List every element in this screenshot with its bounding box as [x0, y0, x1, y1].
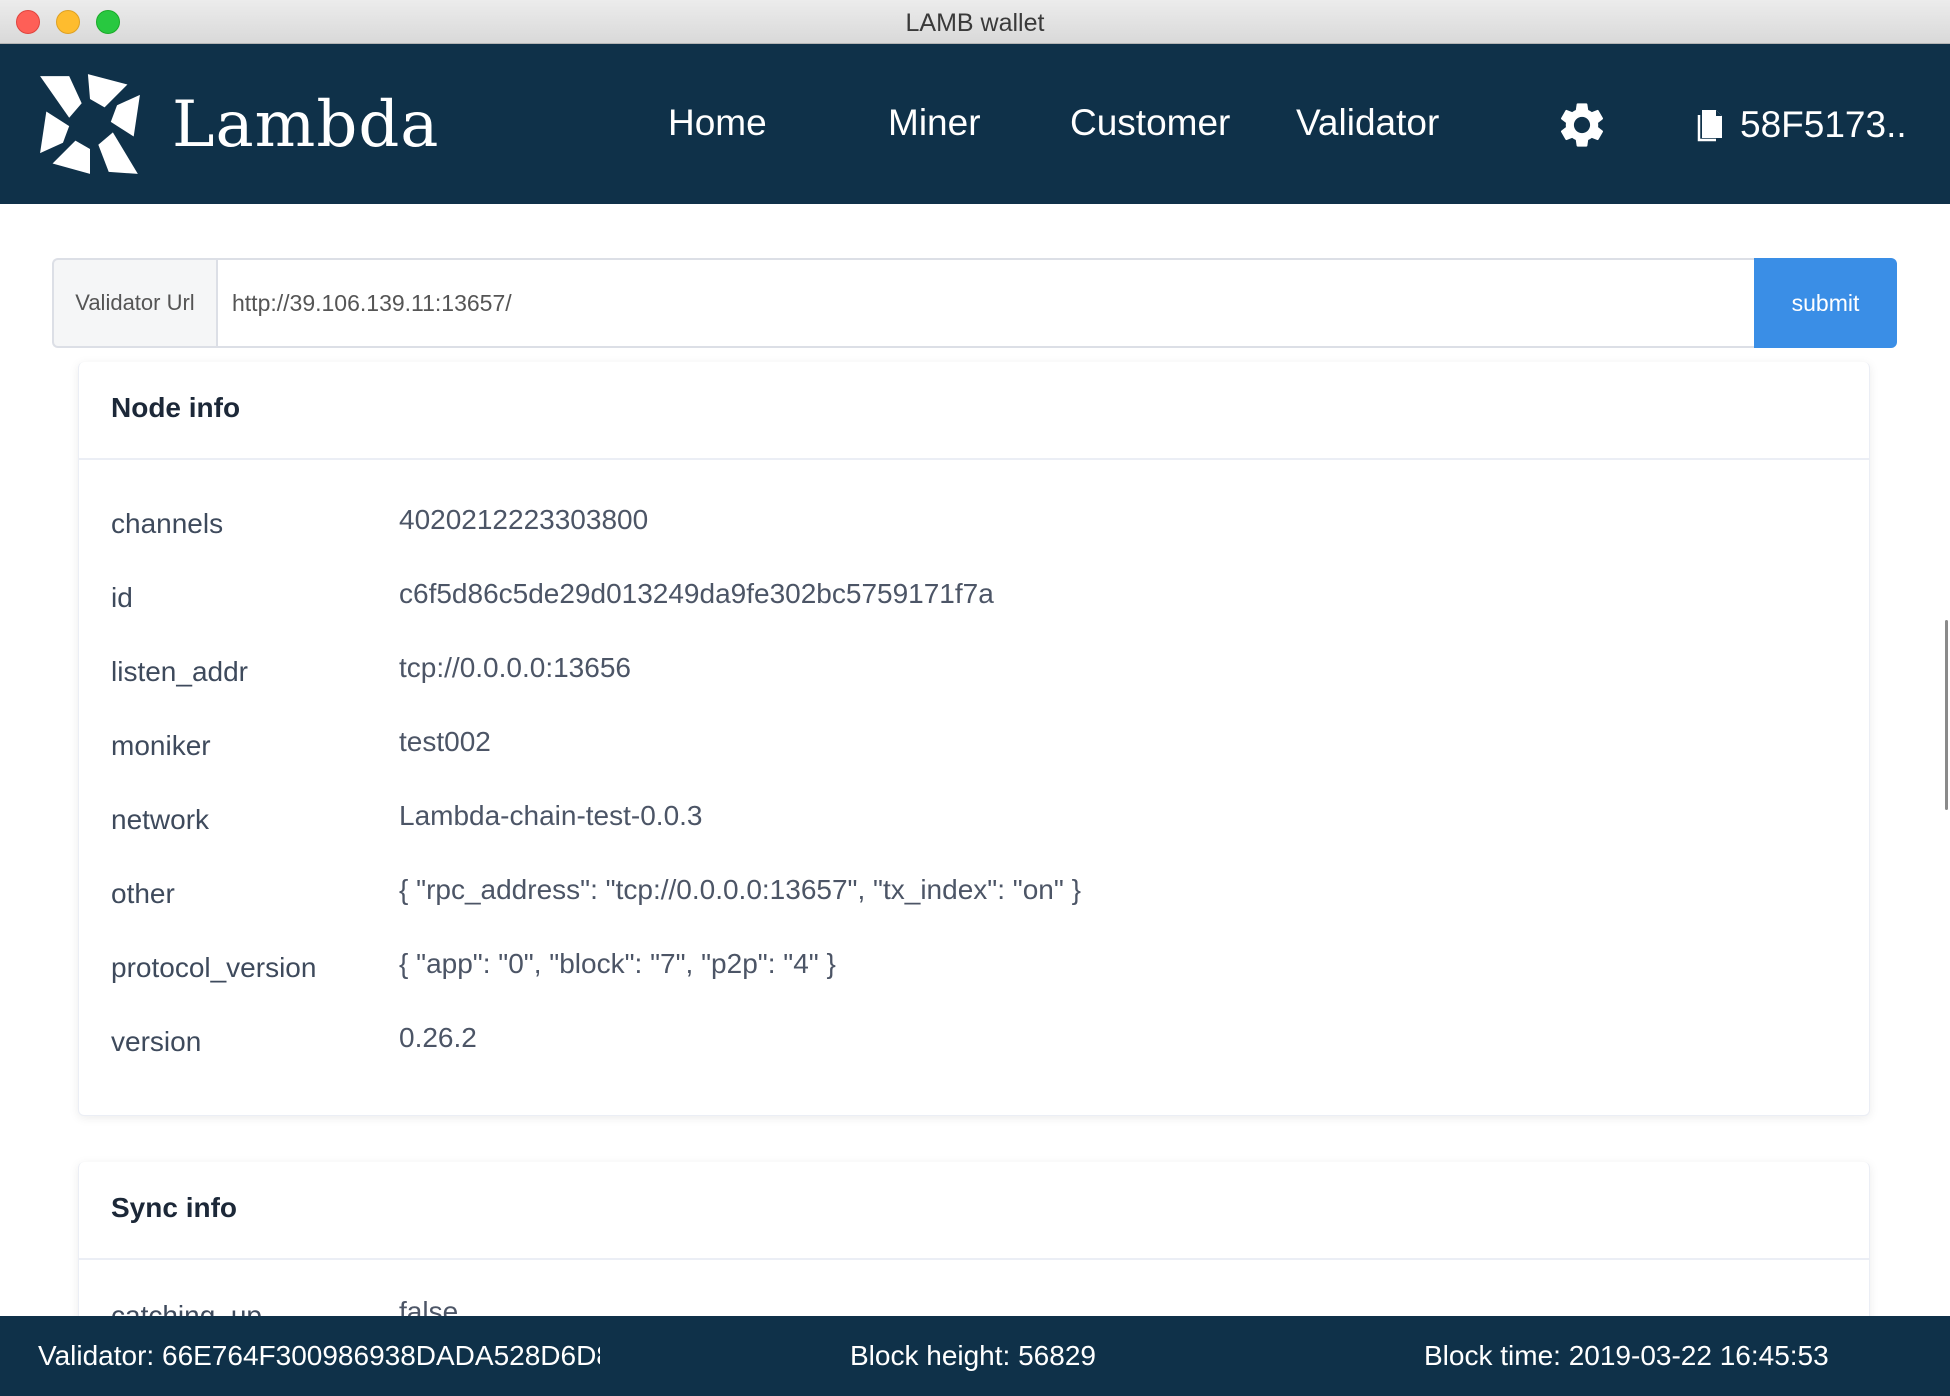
status-bar: Validator: 66E764F300986938DADA528D6D8 B…: [0, 1316, 1950, 1396]
status-validator: Validator: 66E764F300986938DADA528D6D8: [38, 1340, 600, 1371]
node-info-rows: channels 4020212223303800 id c6f5d86c5de…: [79, 460, 1869, 1080]
gear-icon[interactable]: [1555, 98, 1609, 152]
info-key: id: [111, 582, 133, 613]
info-row: protocol_version { "app": "0", "block": …: [79, 932, 1869, 1006]
nav-miner[interactable]: Miner: [888, 102, 981, 144]
info-row: other { "rpc_address": "tcp://0.0.0.0:13…: [79, 858, 1869, 932]
nav-validator[interactable]: Validator: [1296, 102, 1439, 144]
node-info-title: Node info: [79, 362, 1869, 460]
info-value: c6f5d86c5de29d013249da9fe302bc5759171f7a: [399, 578, 994, 609]
info-value: Lambda-chain-test-0.0.3: [399, 800, 703, 831]
status-block-time: Block time: 2019-03-22 16:45:53: [1424, 1340, 1829, 1371]
info-key: network: [111, 804, 210, 835]
validator-url-input[interactable]: [216, 258, 1807, 348]
scrollbar[interactable]: [1945, 620, 1948, 810]
info-key: moniker: [111, 730, 211, 761]
node-info-card: Node info channels 4020212223303800 id c…: [78, 362, 1870, 1116]
validator-url-group: Validator Url submit: [52, 258, 1897, 348]
status-block-height: Block height: 56829: [850, 1340, 1096, 1371]
sync-info-title: Sync info: [79, 1162, 1869, 1260]
info-key: version: [111, 1026, 202, 1057]
info-value: 4020212223303800: [399, 504, 649, 535]
info-key: protocol_version: [111, 952, 317, 983]
nav-customer[interactable]: Customer: [1070, 102, 1230, 144]
lambda-logo-icon: [40, 74, 140, 174]
title-bar: LAMB wallet: [0, 0, 1950, 44]
account-address: 58F5173..: [1740, 104, 1907, 145]
top-nav: Lambda Home Miner Customer Validator 58F…: [0, 44, 1950, 204]
nav-home[interactable]: Home: [668, 102, 767, 144]
submit-button[interactable]: submit: [1754, 258, 1897, 348]
info-key: listen_addr: [111, 656, 248, 687]
document-icon: [1697, 110, 1722, 142]
window-title: LAMB wallet: [905, 9, 1045, 37]
brand-name: Lambda: [172, 88, 440, 162]
info-row: moniker test002: [79, 710, 1869, 784]
app-window: LAMB wallet Lambda Home Miner Customer V…: [0, 0, 1950, 1396]
info-row: listen_addr tcp://0.0.0.0:13656: [79, 636, 1869, 710]
info-value: 0.26.2: [399, 1022, 477, 1053]
info-row: id c6f5d86c5de29d013249da9fe302bc5759171…: [79, 562, 1869, 636]
info-value: tcp://0.0.0.0:13656: [399, 652, 631, 683]
validator-url-label: Validator Url: [52, 258, 216, 348]
info-value: { "rpc_address": "tcp://0.0.0.0:13657", …: [399, 874, 1081, 905]
info-key: other: [111, 878, 175, 909]
info-key: channels: [111, 508, 224, 539]
info-value: test002: [399, 726, 491, 757]
info-row: version 0.26.2: [79, 1006, 1869, 1080]
info-value: { "app": "0", "block": "7", "p2p": "4" }: [399, 948, 836, 979]
info-row: network Lambda-chain-test-0.0.3: [79, 784, 1869, 858]
info-row: channels 4020212223303800: [79, 488, 1869, 562]
